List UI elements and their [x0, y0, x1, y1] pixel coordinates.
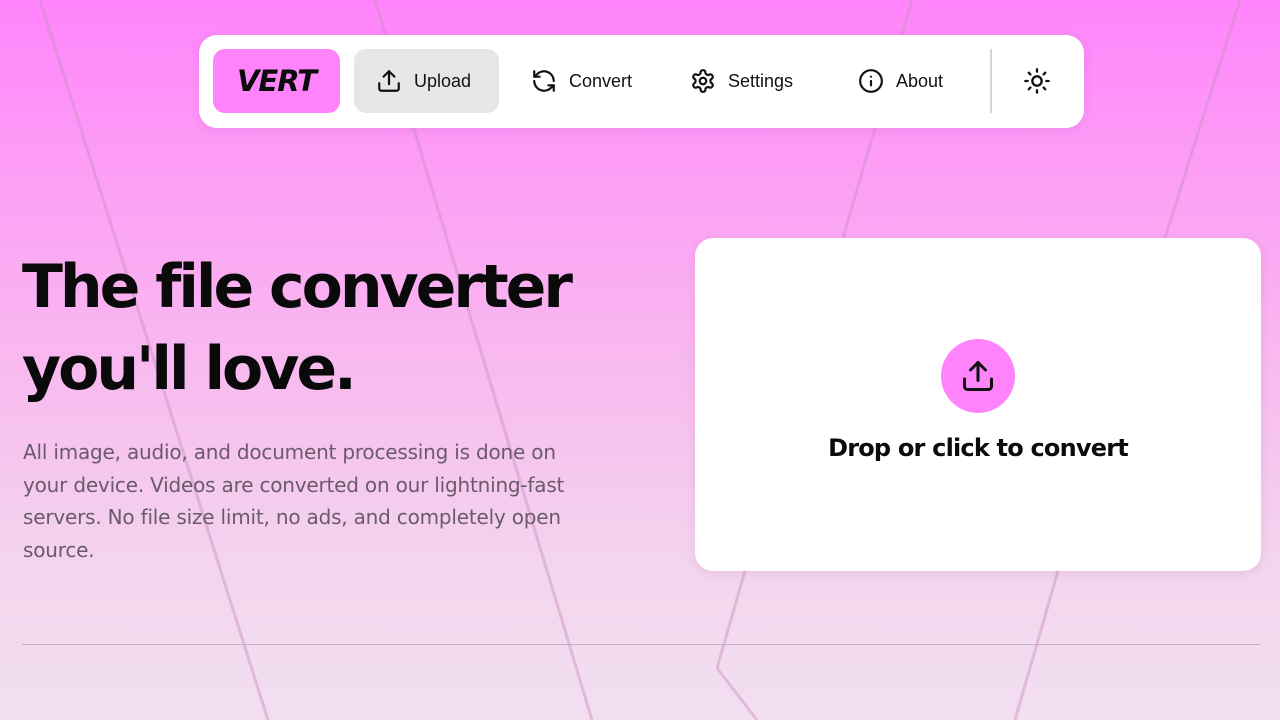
nav-about-button[interactable]: About	[842, 49, 959, 113]
hero-title: The file converter you'll love.	[22, 246, 642, 410]
hero-description: All image, audio, and document processin…	[23, 440, 565, 562]
section-divider	[22, 644, 1260, 645]
file-dropzone[interactable]: Drop or click to convert	[695, 238, 1261, 571]
nav-upload-button[interactable]: Upload	[354, 49, 499, 113]
info-icon	[859, 69, 883, 93]
gear-icon	[692, 69, 714, 93]
dropzone-label: Drop or click to convert	[828, 434, 1129, 462]
upload-icon	[378, 70, 400, 92]
nav-settings-label: Settings	[728, 70, 794, 91]
hero-title-line-2: you'll love.	[22, 334, 357, 404]
nav-convert-label: Convert	[569, 70, 633, 91]
nav-upload-label: Upload	[414, 70, 472, 91]
theme-toggle-button[interactable]	[1011, 57, 1063, 105]
nav-divider	[990, 49, 992, 113]
sun-icon	[1024, 68, 1050, 94]
nav-about-label: About	[896, 70, 944, 91]
vert-logo[interactable]: VERT	[213, 49, 340, 113]
dropzone-icon-circle	[941, 339, 1015, 413]
top-navbar: VERT Upload Convert Settings About	[199, 35, 1084, 128]
upload-icon	[963, 361, 993, 391]
nav-settings-button[interactable]: Settings	[674, 49, 809, 113]
nav-convert-button[interactable]: Convert	[515, 49, 648, 113]
refresh-icon	[533, 70, 555, 92]
hero-title-line-1: The file converter	[22, 252, 573, 322]
